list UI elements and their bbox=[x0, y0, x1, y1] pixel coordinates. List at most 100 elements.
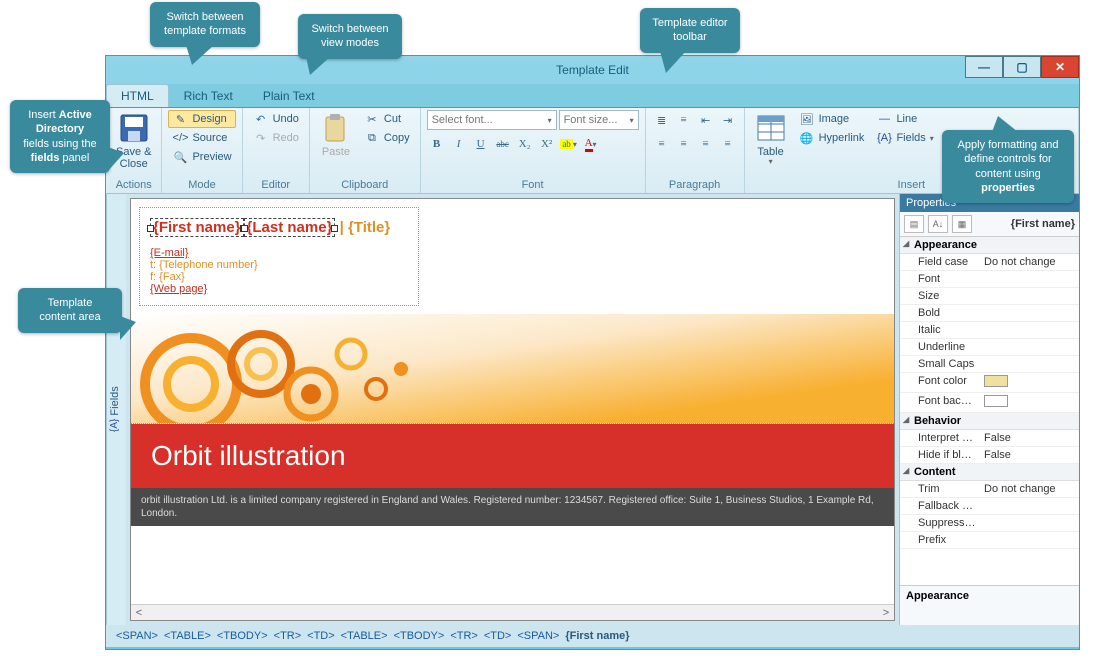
property-row[interactable]: Fallback value bbox=[900, 498, 1079, 515]
paste-button[interactable]: Paste bbox=[316, 110, 356, 160]
breadcrumb-item[interactable]: <TABLE> bbox=[341, 630, 388, 642]
property-value[interactable]: Do not change bbox=[980, 254, 1079, 270]
property-row[interactable]: Font background bbox=[900, 393, 1079, 413]
titlebar[interactable]: Template Edit — ▢ ✕ bbox=[106, 56, 1079, 84]
property-row[interactable]: Field caseDo not change bbox=[900, 254, 1079, 271]
property-row[interactable]: Hide if blankFalse bbox=[900, 447, 1079, 464]
font-family-select[interactable]: Select font...▾ bbox=[427, 110, 557, 130]
insert-hyperlink-button[interactable]: 🌐Hyperlink bbox=[795, 129, 869, 147]
property-value[interactable] bbox=[980, 393, 1079, 412]
align-left-button[interactable]: ≡ bbox=[652, 134, 672, 154]
close-button[interactable]: ✕ bbox=[1041, 56, 1079, 78]
scroll-right-icon[interactable]: > bbox=[878, 607, 894, 619]
cut-button[interactable]: ✂Cut bbox=[360, 110, 414, 128]
property-category[interactable]: Behavior bbox=[900, 413, 1079, 430]
font-color-button[interactable]: A▾ bbox=[581, 134, 601, 154]
breadcrumb-item[interactable]: <SPAN> bbox=[116, 630, 158, 642]
mode-preview-button[interactable]: 🔍Preview bbox=[168, 148, 235, 166]
breadcrumb-item[interactable]: <TR> bbox=[450, 630, 478, 642]
font-size-select[interactable]: Font size...▾ bbox=[559, 110, 639, 130]
property-row[interactable]: Font bbox=[900, 271, 1079, 288]
property-row[interactable]: Bold bbox=[900, 305, 1079, 322]
tab-html[interactable]: HTML bbox=[106, 84, 169, 107]
breadcrumb-item[interactable]: <TD> bbox=[307, 630, 335, 642]
template-canvas[interactable]: {First name}{Last name} | {Title} {E-mai… bbox=[130, 198, 895, 621]
property-value[interactable] bbox=[980, 373, 1079, 392]
property-row[interactable]: Prefix bbox=[900, 532, 1079, 549]
field-firstname-selected[interactable]: {First name} bbox=[150, 218, 244, 237]
property-row[interactable]: Interpret markupFalse bbox=[900, 430, 1079, 447]
line-icon: — bbox=[876, 111, 892, 127]
signature-block[interactable]: {First name}{Last name} | {Title} {E-mai… bbox=[139, 207, 419, 306]
mode-source-button[interactable]: </>Source bbox=[168, 129, 235, 147]
property-value[interactable] bbox=[980, 288, 1079, 304]
breadcrumb-item[interactable]: <TABLE> bbox=[164, 630, 211, 642]
redo-button[interactable]: ↷Redo bbox=[249, 129, 303, 147]
alphabetical-button[interactable]: A↓ bbox=[928, 215, 948, 233]
highlight-button[interactable]: ab▾ bbox=[559, 134, 579, 154]
property-row[interactable]: Font color bbox=[900, 373, 1079, 393]
undo-button[interactable]: ↶Undo bbox=[249, 110, 303, 128]
align-center-button[interactable]: ≡ bbox=[674, 134, 694, 154]
copy-button[interactable]: ⧉Copy bbox=[360, 129, 414, 147]
property-value[interactable]: False bbox=[980, 430, 1079, 446]
property-category[interactable]: Content bbox=[900, 464, 1079, 481]
field-telephone[interactable]: {Telephone number} bbox=[159, 259, 257, 271]
property-pages-button[interactable]: ▦ bbox=[952, 215, 972, 233]
insert-line-button[interactable]: —Line bbox=[872, 110, 937, 128]
underline-button[interactable]: U bbox=[471, 134, 491, 154]
format-tabs: HTML Rich Text Plain Text bbox=[106, 84, 1079, 108]
tab-plaintext[interactable]: Plain Text bbox=[248, 84, 330, 107]
align-justify-button[interactable]: ≡ bbox=[718, 134, 738, 154]
insert-image-button[interactable]: 🖼Image bbox=[795, 110, 869, 128]
breadcrumb-item[interactable]: <TR> bbox=[274, 630, 302, 642]
insert-table-button[interactable]: Table▾ bbox=[751, 110, 791, 169]
field-lastname[interactable]: {Last name} bbox=[244, 218, 336, 237]
property-category[interactable]: Appearance bbox=[900, 237, 1079, 254]
breadcrumb-item[interactable]: <TBODY> bbox=[217, 630, 268, 642]
strike-button[interactable]: abc bbox=[493, 134, 513, 154]
subscript-button[interactable]: X₂ bbox=[515, 134, 535, 154]
breadcrumb-item[interactable]: <TD> bbox=[484, 630, 512, 642]
breadcrumb-item[interactable]: <TBODY> bbox=[394, 630, 445, 642]
property-row[interactable]: Underline bbox=[900, 339, 1079, 356]
indent-button[interactable]: ⇥ bbox=[718, 110, 738, 130]
field-fax[interactable]: {Fax} bbox=[159, 271, 185, 283]
mode-design-button[interactable]: ✎Design bbox=[168, 110, 235, 128]
tab-richtext[interactable]: Rich Text bbox=[169, 84, 248, 107]
property-row[interactable]: Size bbox=[900, 288, 1079, 305]
property-value[interactable] bbox=[980, 305, 1079, 321]
property-value[interactable]: Do not change bbox=[980, 481, 1079, 497]
property-row[interactable]: Suppress newlines bbox=[900, 515, 1079, 532]
property-row[interactable]: TrimDo not change bbox=[900, 481, 1079, 498]
bullets-button[interactable]: ≣ bbox=[652, 110, 672, 130]
maximize-button[interactable]: ▢ bbox=[1003, 56, 1041, 78]
breadcrumb-item[interactable]: <SPAN> bbox=[517, 630, 559, 642]
fields-panel-tab[interactable]: {A} Fields bbox=[106, 194, 126, 625]
property-value[interactable]: False bbox=[980, 447, 1079, 463]
property-value[interactable] bbox=[980, 356, 1079, 372]
properties-grid[interactable]: AppearanceField caseDo not changeFontSiz… bbox=[900, 237, 1079, 585]
bold-button[interactable]: B bbox=[427, 134, 447, 154]
minimize-button[interactable]: — bbox=[965, 56, 1003, 78]
property-value[interactable] bbox=[980, 532, 1079, 548]
insert-fields-button[interactable]: {A}Fields▾ bbox=[872, 129, 937, 147]
property-value[interactable] bbox=[980, 515, 1079, 531]
horizontal-scrollbar[interactable]: < > bbox=[131, 604, 894, 620]
property-row[interactable]: Small Caps bbox=[900, 356, 1079, 373]
numbering-button[interactable]: ≡ bbox=[674, 110, 694, 130]
outdent-button[interactable]: ⇤ bbox=[696, 110, 716, 130]
field-webpage[interactable]: {Web page} bbox=[150, 283, 207, 295]
property-row[interactable]: Italic bbox=[900, 322, 1079, 339]
superscript-button[interactable]: X² bbox=[537, 134, 557, 154]
scroll-left-icon[interactable]: < bbox=[131, 607, 147, 619]
italic-button[interactable]: I bbox=[449, 134, 469, 154]
categorized-button[interactable]: ▤ bbox=[904, 215, 924, 233]
field-title[interactable]: {Title} bbox=[348, 219, 390, 236]
field-email[interactable]: {E-mail} bbox=[150, 247, 189, 259]
property-value[interactable] bbox=[980, 271, 1079, 287]
property-value[interactable] bbox=[980, 339, 1079, 355]
align-right-button[interactable]: ≡ bbox=[696, 134, 716, 154]
property-value[interactable] bbox=[980, 322, 1079, 338]
property-value[interactable] bbox=[980, 498, 1079, 514]
